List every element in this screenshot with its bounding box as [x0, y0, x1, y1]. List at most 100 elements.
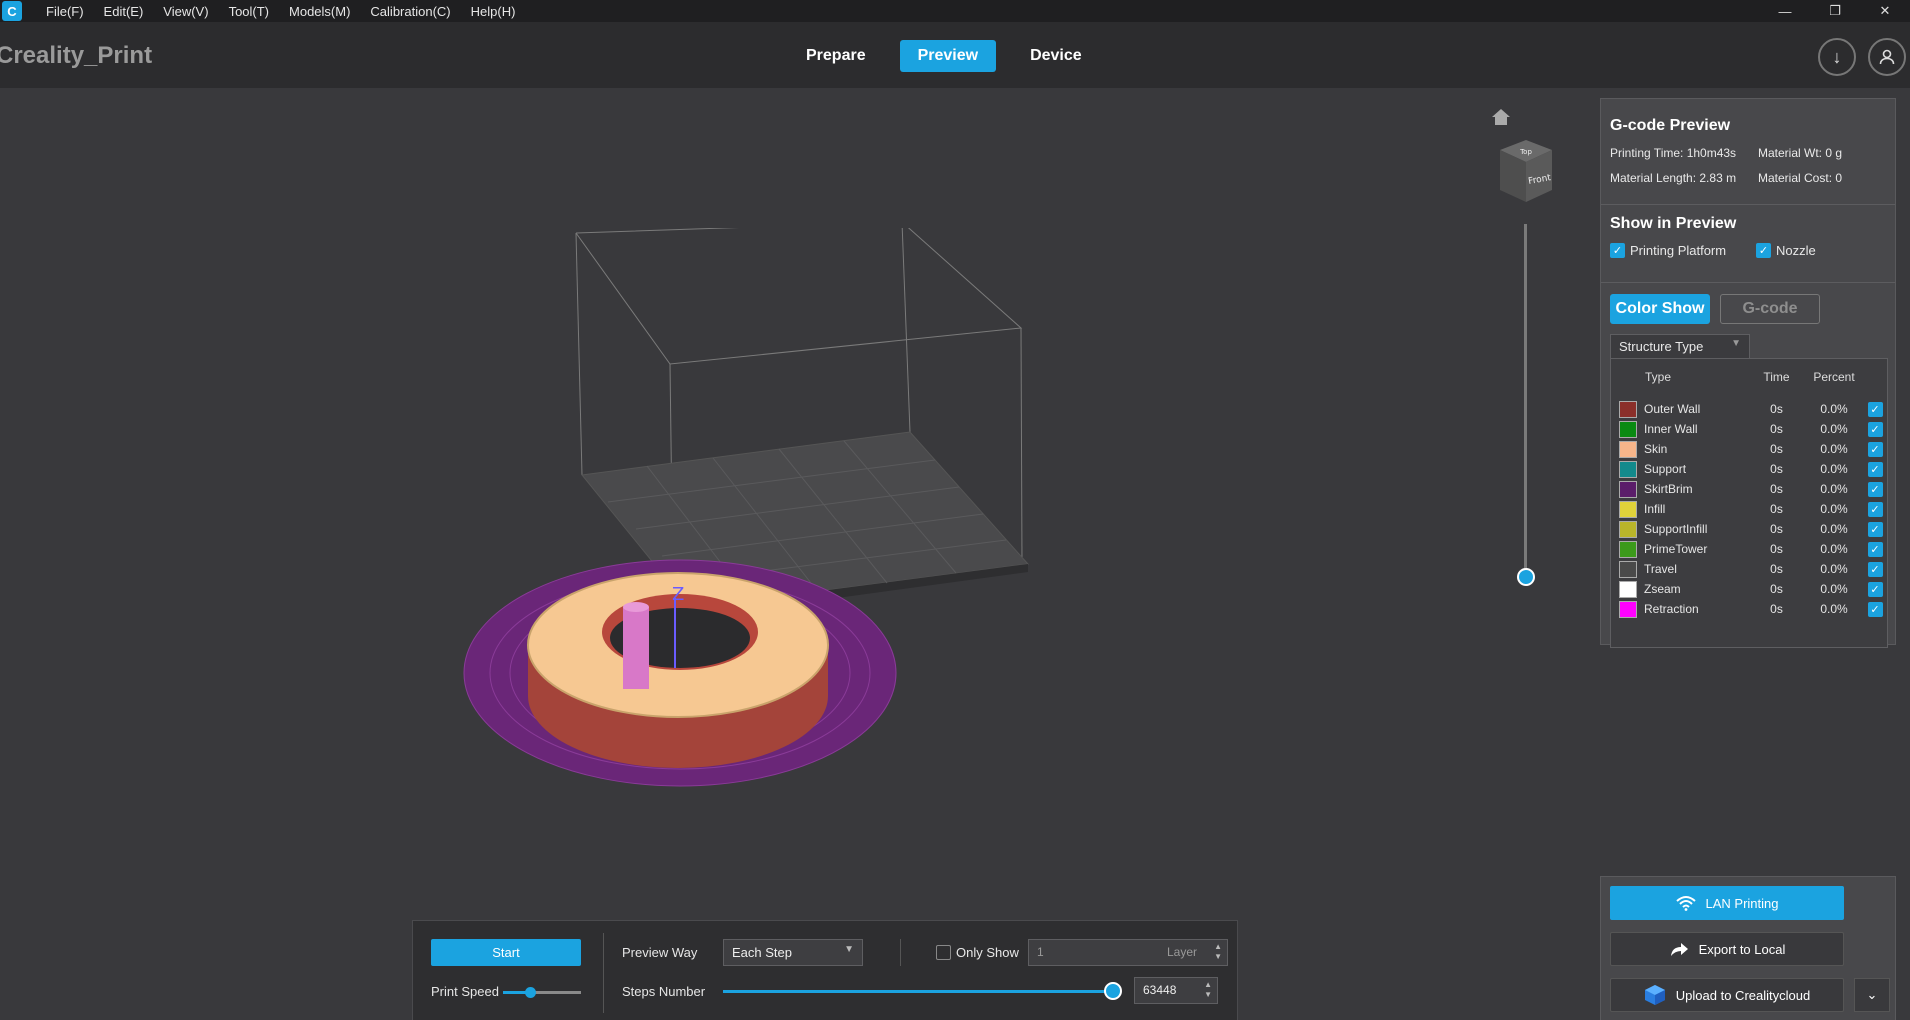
row-toggle[interactable]: ✓ — [1864, 521, 1886, 537]
preview-way-value: Each Step — [732, 945, 792, 960]
color-swatch — [1619, 440, 1637, 458]
row-toggle[interactable]: ✓ — [1864, 421, 1886, 437]
type-cell: Retraction — [1611, 600, 1749, 618]
checkbox-icon[interactable]: ✓ — [1867, 421, 1883, 437]
start-button[interactable]: Start — [431, 939, 581, 966]
preview-way-select[interactable]: Each Step ▼ — [723, 939, 863, 966]
checkbox-icon[interactable]: ✓ — [1610, 243, 1625, 258]
tab-preview[interactable]: Preview — [899, 40, 997, 72]
close-icon[interactable]: ✕ — [1860, 0, 1910, 22]
checkbox-icon[interactable]: ✓ — [1867, 461, 1883, 477]
checkbox-icon[interactable]: ✓ — [1756, 243, 1771, 258]
checkbox-icon[interactable]: ✓ — [1867, 401, 1883, 417]
type-name: Inner Wall — [1644, 422, 1698, 436]
menu-tool[interactable]: Tool(T) — [219, 4, 279, 19]
print-speed-handle[interactable] — [525, 987, 537, 998]
printing-platform-toggle[interactable]: ✓ Printing Platform — [1610, 243, 1756, 258]
export-local-button[interactable]: Export to Local — [1610, 932, 1844, 966]
checkbox-icon[interactable]: ✓ — [1867, 481, 1883, 497]
type-name: PrimeTower — [1644, 542, 1708, 556]
upload-cloud-button[interactable]: Upload to Crealitycloud — [1610, 978, 1844, 1012]
menu-edit[interactable]: Edit(E) — [94, 4, 154, 19]
row-toggle[interactable]: ✓ — [1864, 601, 1886, 617]
row-toggle[interactable]: ✓ — [1864, 481, 1886, 497]
only-show-label: Only Show — [956, 945, 1019, 960]
table-row: PrimeTower 0s 0.0% ✓ — [1611, 539, 1887, 559]
tab-prepare[interactable]: Prepare — [788, 40, 884, 72]
only-show-toggle[interactable]: Only Show — [936, 945, 1019, 960]
table-row: Zseam 0s 0.0% ✓ — [1611, 579, 1887, 599]
row-toggle[interactable]: ✓ — [1864, 441, 1886, 457]
spin-arrows-icon[interactable]: ▲ ▼ — [1214, 942, 1222, 962]
3d-viewport[interactable]: Top Front Z — [0, 88, 1600, 1020]
table-row: Skin 0s 0.0% ✓ — [1611, 439, 1887, 459]
color-show-button[interactable]: Color Show — [1610, 294, 1710, 324]
row-toggle[interactable]: ✓ — [1864, 461, 1886, 477]
row-toggle[interactable]: ✓ — [1864, 541, 1886, 557]
wifi-icon — [1675, 896, 1696, 911]
menu-file[interactable]: File(F) — [36, 4, 94, 19]
type-name: Infill — [1644, 502, 1666, 516]
checkbox-icon[interactable]: ✓ — [1867, 521, 1883, 537]
percent-cell: 0.0% — [1820, 602, 1848, 616]
chevron-down-icon[interactable]: ⌄ — [1854, 978, 1890, 1012]
layer-spinbox[interactable]: 1 Layer ▲ ▼ — [1028, 939, 1228, 966]
row-toggle[interactable]: ✓ — [1864, 561, 1886, 577]
nozzle — [623, 607, 649, 689]
nozzle-toggle[interactable]: ✓ Nozzle — [1756, 243, 1816, 258]
home-icon[interactable] — [1490, 106, 1512, 128]
window-controls: — ❐ ✕ — [1760, 0, 1910, 22]
chevron-down-icon: ▼ — [844, 944, 854, 955]
layer-slider-track[interactable] — [1524, 224, 1527, 580]
gcode-button[interactable]: G-code — [1720, 294, 1820, 324]
material-length: Material Length: 2.83 m — [1610, 171, 1737, 185]
steps-slider-handle[interactable] — [1104, 982, 1122, 1000]
color-swatch — [1619, 600, 1637, 618]
table-row: Outer Wall 0s 0.0% ✓ — [1611, 399, 1887, 419]
checkbox-icon[interactable]: ✓ — [1867, 441, 1883, 457]
row-toggle[interactable]: ✓ — [1864, 501, 1886, 517]
time-cell: 0s — [1770, 422, 1783, 436]
nozzle-label: Nozzle — [1776, 243, 1816, 258]
main-tabs: Prepare Preview Device — [788, 40, 1100, 72]
layer-slider-handle[interactable] — [1517, 568, 1535, 586]
percent-cell: 0.0% — [1820, 482, 1848, 496]
time-cell: 0s — [1770, 602, 1783, 616]
tab-device[interactable]: Device — [1012, 40, 1100, 72]
structure-type-select[interactable]: Structure Type ▼ — [1610, 334, 1750, 358]
checkbox-icon[interactable] — [936, 945, 951, 960]
checkbox-icon[interactable]: ✓ — [1867, 561, 1883, 577]
menu-view[interactable]: View(V) — [153, 4, 218, 19]
steps-value: 63448 — [1143, 983, 1177, 997]
type-name: SkirtBrim — [1644, 482, 1693, 496]
menu-models[interactable]: Models(M) — [279, 4, 360, 19]
gcode-preview-panel: G-code Preview Printing Time: 1h0m43s Mat… — [1600, 98, 1896, 648]
type-cell: Zseam — [1611, 580, 1749, 598]
checkbox-icon[interactable]: ✓ — [1867, 501, 1883, 517]
checkbox-icon[interactable]: ✓ — [1867, 581, 1883, 597]
printing-platform-label: Printing Platform — [1630, 243, 1727, 258]
steps-number-label: Steps Number — [622, 984, 706, 999]
view-cube[interactable]: Top Front — [1494, 136, 1558, 206]
menu-calibration[interactable]: Calibration(C) — [360, 4, 460, 19]
type-cell: PrimeTower — [1611, 540, 1749, 558]
percent-cell: 0.0% — [1820, 462, 1848, 476]
type-name: Outer Wall — [1644, 402, 1701, 416]
row-toggle[interactable]: ✓ — [1864, 581, 1886, 597]
minimize-icon[interactable]: — — [1760, 0, 1810, 22]
lan-printing-button[interactable]: LAN Printing — [1610, 886, 1844, 920]
percent-cell: 0.0% — [1820, 542, 1848, 556]
color-swatch — [1619, 520, 1637, 538]
steps-spinbox[interactable]: 63448 ▲ ▼ — [1134, 977, 1218, 1004]
download-icon[interactable]: ↓ — [1818, 38, 1856, 76]
spin-arrows-icon[interactable]: ▲ ▼ — [1204, 980, 1212, 1000]
checkbox-icon[interactable]: ✓ — [1867, 541, 1883, 557]
account-icon[interactable] — [1868, 38, 1906, 76]
percent-cell: 0.0% — [1820, 502, 1848, 516]
lan-printing-label: LAN Printing — [1705, 895, 1779, 911]
menu-help[interactable]: Help(H) — [461, 4, 526, 19]
layer-value: 1 — [1037, 945, 1044, 959]
checkbox-icon[interactable]: ✓ — [1867, 601, 1883, 617]
restore-icon[interactable]: ❐ — [1810, 0, 1860, 22]
row-toggle[interactable]: ✓ — [1864, 401, 1886, 417]
